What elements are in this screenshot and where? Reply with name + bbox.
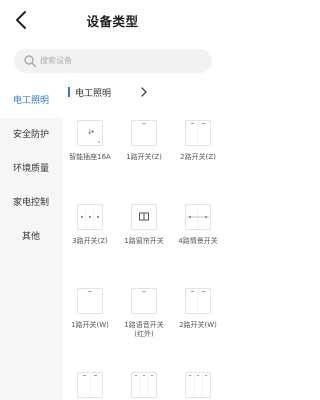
switch-1-gang-icon [131,120,157,146]
device-label: 智能插座16A [69,153,111,161]
device-label: 1路开关(Z) [126,153,162,161]
switch-2-gang-icon [185,120,211,146]
sidebar-item-security[interactable]: 安全防护 [0,118,62,152]
switch-1-gang-icon [77,288,103,314]
voice-switch-icon [131,288,157,314]
switch-2-gang-icon [77,372,103,398]
search-icon [24,55,37,68]
search-input[interactable]: 搜索设备 [14,49,212,73]
device-label: 2路开关(W) [179,321,217,329]
device-label: 1路窗帘开关 [124,237,164,245]
device-list: 电工照明 ↓ 智能插座16A 1路开关(Z) 2路开关(Z) 3路开关(Z) 1… [62,84,225,400]
category-sidebar: 电工照明 安全防护 环境质量 家电控制 其他 [0,84,62,400]
sidebar-item-other[interactable]: 其他 [0,220,62,254]
device-label: 4路情景开关 [178,237,218,245]
chevron-right-icon [141,87,147,97]
socket-device-icon: ↓ [77,120,103,146]
switch-2-gang-icon [185,288,211,314]
sidebar-item-appliance-control[interactable]: 家电控制 [0,186,62,220]
device-label: 3路开关(Z) [72,237,108,245]
sidebar-item-electrical-lighting[interactable]: 电工照明 [0,84,62,118]
device-label: 1路语音开关 (红外) [124,321,164,338]
search-placeholder: 搜索设备 [40,56,72,65]
category-title: 电工照明 [75,89,112,99]
sidebar-item-environment[interactable]: 环境质量 [0,152,62,186]
header: 设备类型 [0,0,225,40]
device-label: 2路开关(Z) [180,153,216,161]
category-accent-bar [68,87,70,97]
switch-3-gang-icon [131,372,157,398]
page-title: 设备类型 [86,14,139,29]
device-label: 1路开关(W) [71,321,109,329]
scene-switch-4-icon [185,204,211,230]
curtain-switch-icon [131,204,157,230]
switch-3-gang-icon [185,372,211,398]
switch-3-gang-icon [77,204,103,230]
